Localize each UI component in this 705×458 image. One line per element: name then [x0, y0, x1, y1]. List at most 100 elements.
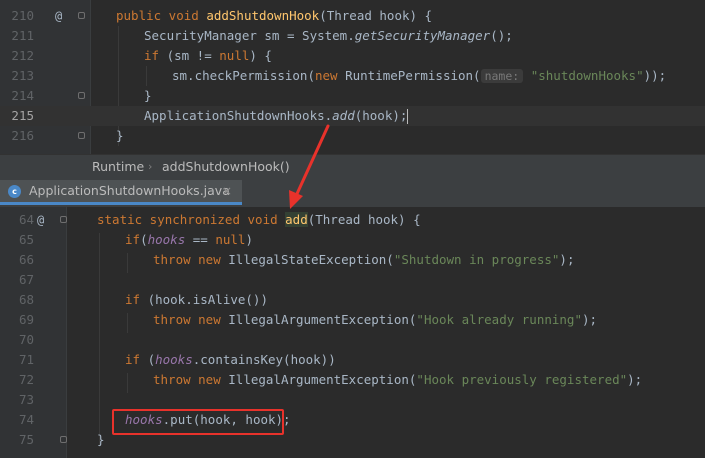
code-token: throw new [153, 252, 229, 267]
code-text: throw new IllegalArgumentException("Hook… [153, 370, 642, 390]
code-token: ); [559, 252, 575, 267]
line-number[interactable]: 68 [0, 290, 34, 310]
close-tab-icon[interactable]: × [222, 180, 232, 202]
text-caret [407, 109, 409, 124]
code-token: } [144, 88, 152, 103]
top-editor-pane[interactable]: 210 @ public void addShutdownHook(Thread h… [0, 0, 705, 154]
code-token: ( [140, 232, 148, 247]
line-number[interactable]: 214 [0, 86, 34, 106]
line-number[interactable]: 66 [0, 250, 34, 270]
line-number[interactable]: 72 [0, 370, 34, 390]
fold-marker-icon[interactable] [60, 436, 67, 443]
code-text: } [144, 86, 152, 106]
code-line[interactable]: 71 if (hooks.containsKey(hook)) [0, 350, 705, 370]
code-token: public void [116, 8, 207, 23]
breadcrumb-method[interactable]: addShutdownHook() [162, 155, 290, 179]
code-line[interactable]: 66 throw new IllegalStateException("Shutd… [0, 250, 705, 270]
fold-marker-icon[interactable] [60, 216, 67, 223]
line-number[interactable]: 71 [0, 350, 34, 370]
code-line[interactable]: 68 if (hook.isAlive()) [0, 290, 705, 310]
tab-application-shutdown-hooks[interactable]: c ApplicationShutdownHooks.java × [0, 180, 242, 205]
code-line[interactable]: 69 throw new IllegalArgumentException("Ho… [0, 310, 705, 330]
code-token: ApplicationShutdownHooks. [144, 108, 333, 123]
line-number[interactable]: 70 [0, 330, 34, 350]
code-line[interactable]: 65 if(hooks == null) [0, 230, 705, 250]
code-line[interactable]: 74 hooks.put(hook, hook); [0, 410, 705, 430]
code-token: "Hook previously registered" [416, 372, 628, 387]
code-token: ); [627, 372, 643, 387]
line-number[interactable]: 73 [0, 390, 34, 410]
line-number[interactable]: 216 [0, 126, 34, 146]
line-number[interactable]: 74 [0, 410, 34, 430]
code-line[interactable]: 73 [0, 390, 705, 410]
code-line[interactable]: 215 ApplicationShutdownHooks.add(hook); [0, 106, 705, 126]
code-text: SecurityManager sm = System.getSecurityM… [144, 26, 513, 46]
code-token: name: [480, 69, 524, 83]
code-text: if (hooks.containsKey(hook)) [125, 350, 336, 370]
code-token: (Thread hook) { [307, 212, 421, 227]
code-text: if (hook.isAlive()) [125, 290, 268, 310]
highlight-box [112, 409, 284, 435]
code-token: )); [643, 68, 667, 83]
code-token: RuntimePermission( [345, 68, 481, 83]
code-token: getSecurityManager [354, 28, 491, 43]
code-text: if (sm != null) { [144, 46, 272, 66]
code-token: (hook.isAlive()) [147, 292, 268, 307]
fold-marker-icon[interactable] [78, 132, 85, 139]
line-number[interactable]: 65 [0, 230, 34, 250]
line-number[interactable]: 67 [0, 270, 34, 290]
code-token: static synchronized void [97, 212, 286, 227]
code-token: (sm != [166, 48, 220, 63]
code-line[interactable]: 212 if (sm != null) { [0, 46, 705, 66]
code-line[interactable]: 210 @ public void addShutdownHook(Thread h… [0, 6, 705, 26]
code-token: hooks [147, 232, 186, 247]
code-line[interactable]: 70 [0, 330, 705, 350]
code-token: if [125, 292, 148, 307]
code-text: throw new IllegalStateException("Shutdow… [153, 250, 574, 270]
code-token: if [144, 48, 167, 63]
code-line[interactable]: 75} [0, 430, 705, 450]
code-token: addShutdownHook [206, 8, 320, 23]
code-token: throw new [153, 372, 229, 387]
breadcrumb-class[interactable]: Runtime [92, 155, 144, 179]
breadcrumb-separator-icon: › [148, 160, 153, 173]
code-token: ); [582, 312, 598, 327]
code-line[interactable]: 214} [0, 86, 705, 106]
line-number[interactable]: 210 [0, 6, 34, 26]
code-token: "shutdownHooks" [523, 68, 644, 83]
line-number[interactable]: 69 [0, 310, 34, 330]
code-line[interactable]: 216} [0, 126, 705, 146]
code-text: throw new IllegalArgumentException("Hook… [153, 310, 597, 330]
code-line[interactable]: 72 throw new IllegalArgumentException("Ho… [0, 370, 705, 390]
code-token: SecurityManager sm = System. [144, 28, 355, 43]
code-token: ( [147, 352, 156, 367]
line-number[interactable]: 212 [0, 46, 34, 66]
line-number[interactable]: 75 [0, 430, 34, 450]
code-token: throw new [153, 312, 229, 327]
code-token: "Shutdown in progress" [393, 252, 560, 267]
fold-marker-icon[interactable] [78, 92, 85, 99]
code-token: ) { [249, 48, 272, 63]
code-token: sm.checkPermission( [172, 68, 315, 83]
code-token: } [116, 128, 124, 143]
code-text: } [116, 126, 124, 146]
override-annotation-icon[interactable]: @ [55, 6, 62, 26]
code-line[interactable]: 64 @ static synchronized void add(Thread h… [0, 210, 705, 230]
fold-marker-icon[interactable] [78, 12, 85, 19]
code-line[interactable]: 67 [0, 270, 705, 290]
code-token: if [125, 352, 148, 367]
line-number[interactable]: 64 [0, 210, 34, 230]
line-number[interactable]: 215 [0, 106, 34, 126]
line-number[interactable]: 213 [0, 66, 34, 86]
bottom-editor-pane[interactable]: 64 @ static synchronized void add(Thread h… [0, 207, 705, 458]
code-text: ApplicationShutdownHooks.add(hook); [144, 106, 409, 126]
code-token: IllegalArgumentException( [228, 372, 417, 387]
override-annotation-icon[interactable]: @ [37, 210, 44, 230]
code-line[interactable]: 211 SecurityManager sm = System.getSecuri… [0, 26, 705, 46]
code-line[interactable]: 213 sm.checkPermission(new RuntimePermiss… [0, 66, 705, 86]
code-token: add [332, 108, 355, 123]
line-number[interactable]: 211 [0, 26, 34, 46]
editor-tab-strip: c ApplicationShutdownHooks.java × [0, 178, 705, 208]
code-token: == [185, 232, 216, 247]
code-token: null [219, 48, 250, 63]
